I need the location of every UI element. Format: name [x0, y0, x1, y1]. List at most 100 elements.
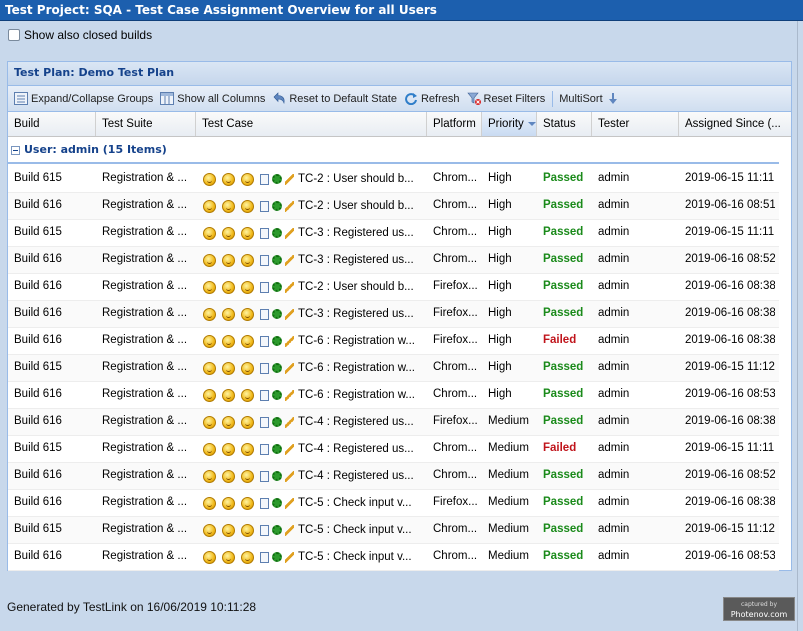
blocked-smiley-icon[interactable] [241, 496, 254, 510]
document-icon[interactable] [260, 443, 269, 455]
fail-smiley-icon[interactable] [222, 307, 235, 321]
document-icon[interactable] [260, 389, 269, 401]
column-header-build[interactable]: Build [8, 112, 96, 136]
test-case-link[interactable]: TC-4 : Registered us... [298, 410, 414, 434]
blocked-smiley-icon[interactable] [241, 334, 254, 348]
gear-icon[interactable] [272, 201, 282, 211]
pass-smiley-icon[interactable] [203, 199, 216, 213]
fail-smiley-icon[interactable] [222, 280, 235, 294]
pass-smiley-icon[interactable] [203, 361, 216, 375]
pencil-icon[interactable] [285, 389, 294, 401]
test-case-link[interactable]: TC-5 : Check input v... [298, 518, 412, 542]
test-case-link[interactable]: TC-3 : Registered us... [298, 302, 414, 326]
collapse-icon[interactable] [11, 145, 20, 155]
blocked-smiley-icon[interactable] [241, 199, 254, 213]
expand-collapse-groups-button[interactable]: Expand/Collapse Groups [14, 92, 153, 105]
fail-smiley-icon[interactable] [222, 361, 235, 375]
table-row[interactable]: Build 615 Registration & ... TC-3 : Regist… [8, 220, 779, 247]
pass-smiley-icon[interactable] [203, 280, 216, 294]
column-header-tester[interactable]: Tester [592, 112, 679, 136]
column-header-assigned-since[interactable]: Assigned Since (... [679, 112, 787, 136]
gear-icon[interactable] [272, 363, 282, 373]
blocked-smiley-icon[interactable] [241, 550, 254, 564]
pass-smiley-icon[interactable] [203, 253, 216, 267]
document-icon[interactable] [260, 254, 269, 266]
blocked-smiley-icon[interactable] [241, 226, 254, 240]
blocked-smiley-icon[interactable] [241, 253, 254, 267]
gear-icon[interactable] [272, 471, 282, 481]
document-icon[interactable] [260, 173, 269, 185]
pencil-icon[interactable] [285, 443, 294, 455]
test-case-link[interactable]: TC-6 : Registration w... [298, 356, 415, 380]
refresh-button[interactable]: Refresh [404, 92, 460, 105]
pass-smiley-icon[interactable] [203, 442, 216, 456]
blocked-smiley-icon[interactable] [241, 361, 254, 375]
pencil-icon[interactable] [285, 497, 294, 509]
document-icon[interactable] [260, 227, 269, 239]
reset-default-state-button[interactable]: Reset to Default State [272, 92, 397, 105]
fail-smiley-icon[interactable] [222, 199, 235, 213]
test-case-link[interactable]: TC-6 : Registration w... [298, 329, 415, 353]
blocked-smiley-icon[interactable] [241, 523, 254, 537]
document-icon[interactable] [260, 470, 269, 482]
blocked-smiley-icon[interactable] [241, 172, 254, 186]
fail-smiley-icon[interactable] [222, 550, 235, 564]
document-icon[interactable] [260, 497, 269, 509]
column-header-status[interactable]: Status [537, 112, 592, 136]
fail-smiley-icon[interactable] [222, 496, 235, 510]
pencil-icon[interactable] [285, 470, 294, 482]
show-all-columns-button[interactable]: Show all Columns [160, 92, 265, 105]
test-case-link[interactable]: TC-4 : Registered us... [298, 464, 414, 488]
blocked-smiley-icon[interactable] [241, 388, 254, 402]
pass-smiley-icon[interactable] [203, 469, 216, 483]
pencil-icon[interactable] [285, 335, 294, 347]
pass-smiley-icon[interactable] [203, 388, 216, 402]
gear-icon[interactable] [272, 309, 282, 319]
blocked-smiley-icon[interactable] [241, 280, 254, 294]
pencil-icon[interactable] [285, 362, 294, 374]
gear-icon[interactable] [272, 282, 282, 292]
table-row[interactable]: Build 615 Registration & ... TC-2 : User s… [8, 166, 779, 193]
blocked-smiley-icon[interactable] [241, 307, 254, 321]
gear-icon[interactable] [272, 336, 282, 346]
blocked-smiley-icon[interactable] [241, 442, 254, 456]
gear-icon[interactable] [272, 525, 282, 535]
fail-smiley-icon[interactable] [222, 172, 235, 186]
column-header-test-case[interactable]: Test Case [196, 112, 427, 136]
table-row[interactable]: Build 616 Registration & ... TC-6 : Regist… [8, 382, 779, 409]
pass-smiley-icon[interactable] [203, 523, 216, 537]
test-case-link[interactable]: TC-3 : Registered us... [298, 248, 414, 272]
table-row[interactable]: Build 616 Registration & ... TC-3 : Regist… [8, 247, 779, 274]
table-row[interactable]: Build 615 Registration & ... TC-6 : Regist… [8, 355, 779, 382]
reset-filters-button[interactable]: Reset Filters [466, 92, 545, 105]
fail-smiley-icon[interactable] [222, 442, 235, 456]
fail-smiley-icon[interactable] [222, 469, 235, 483]
test-case-link[interactable]: TC-6 : Registration w... [298, 383, 415, 407]
pencil-icon[interactable] [285, 308, 294, 320]
table-row[interactable]: Build 616 Registration & ... TC-4 : Regist… [8, 463, 779, 490]
table-row[interactable]: Build 616 Registration & ... TC-6 : Regist… [8, 328, 779, 355]
pencil-icon[interactable] [285, 524, 294, 536]
group-header-admin[interactable]: User: admin (15 Items) [8, 137, 779, 164]
fail-smiley-icon[interactable] [222, 253, 235, 267]
gear-icon[interactable] [272, 444, 282, 454]
gear-icon[interactable] [272, 417, 282, 427]
column-header-platform[interactable]: Platform [427, 112, 482, 136]
pass-smiley-icon[interactable] [203, 550, 216, 564]
table-row[interactable]: Build 616 Registration & ... TC-5 : Check … [8, 490, 779, 517]
show-closed-builds-option[interactable]: Show also closed builds [8, 28, 152, 42]
test-case-link[interactable]: TC-2 : User should b... [298, 194, 414, 218]
fail-smiley-icon[interactable] [222, 388, 235, 402]
pencil-icon[interactable] [285, 416, 294, 428]
document-icon[interactable] [260, 200, 269, 212]
pencil-icon[interactable] [285, 254, 294, 266]
blocked-smiley-icon[interactable] [241, 415, 254, 429]
pencil-icon[interactable] [285, 551, 294, 563]
table-row[interactable]: Build 615 Registration & ... TC-5 : Check … [8, 517, 779, 544]
gear-icon[interactable] [272, 174, 282, 184]
pass-smiley-icon[interactable] [203, 496, 216, 510]
pass-smiley-icon[interactable] [203, 334, 216, 348]
gear-icon[interactable] [272, 498, 282, 508]
document-icon[interactable] [260, 416, 269, 428]
show-closed-builds-checkbox[interactable] [8, 29, 20, 41]
